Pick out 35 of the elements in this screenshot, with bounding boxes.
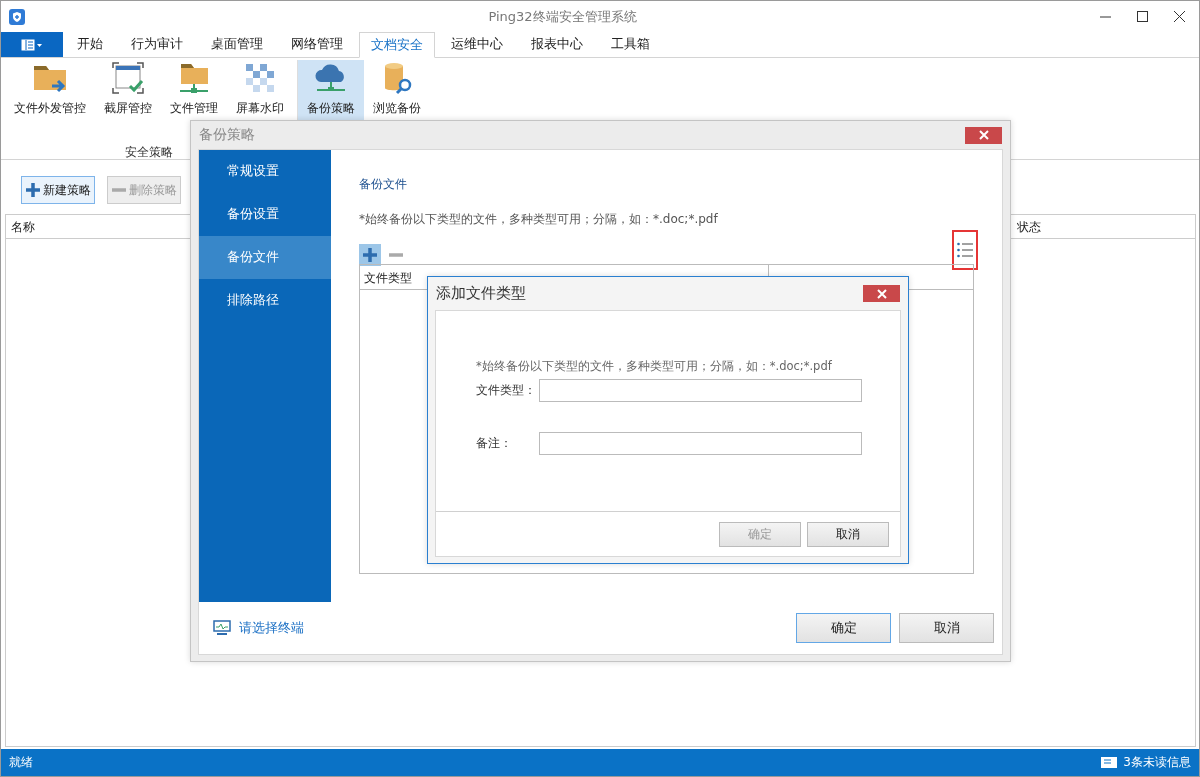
menu-tab[interactable]: 文档安全 <box>359 32 435 58</box>
menu-tab[interactable]: 运维中心 <box>439 32 515 57</box>
ribbon-button[interactable]: 文件外发管控 <box>5 60 95 120</box>
hint-text: *始终备份以下类型的文件，多种类型可用；分隔，如：*.doc;*.pdf <box>476 359 833 374</box>
ribbon-button[interactable]: 屏幕水印 <box>227 60 293 120</box>
ribbon-button[interactable]: 备份策略 <box>297 60 364 120</box>
status-text: 就绪 <box>9 754 34 771</box>
ribbon-button[interactable]: 浏览备份 <box>364 60 430 120</box>
section-title: 备份文件 <box>359 176 408 193</box>
menu-tab[interactable]: 报表中心 <box>519 32 595 57</box>
dialog-button[interactable]: 确定 <box>796 613 891 643</box>
dialog-title: 添加文件类型 <box>436 284 527 303</box>
menu-tab[interactable]: 工具箱 <box>599 32 662 57</box>
window-title: Ping32终端安全管理系统 <box>487 7 638 26</box>
menu-tab[interactable]: 桌面管理 <box>199 32 275 57</box>
toolbar-button[interactable]: 新建策略 <box>21 176 95 204</box>
ribbon-group-label: 安全策略 <box>125 144 173 161</box>
menu-tab[interactable]: 开始 <box>65 32 115 57</box>
dialog-title: 备份策略 <box>199 126 256 144</box>
nav-item[interactable]: 排除路径 <box>199 279 331 322</box>
column-header[interactable]: 状态 <box>1012 215 1195 238</box>
select-terminal-link[interactable]: 请选择终端 <box>239 619 788 637</box>
ribbon-button[interactable]: 截屏管控 <box>95 60 161 120</box>
nav-item[interactable]: 备份设置 <box>199 193 331 236</box>
dialog-button[interactable]: 取消 <box>899 613 994 643</box>
nav-item[interactable]: 备份文件 <box>199 236 331 279</box>
field-label: 备注： <box>476 436 513 451</box>
menu-tab[interactable]: 行为审计 <box>119 32 195 57</box>
nav-item[interactable]: 常规设置 <box>199 150 331 193</box>
hint-text: *始终备份以下类型的文件，多种类型可用；分隔，如：*.doc;*.pdf <box>359 211 719 228</box>
dialog-button[interactable]: 取消 <box>807 521 889 547</box>
ribbon-button[interactable]: 文件管理 <box>161 60 227 120</box>
unread-messages[interactable]: 3条未读信息 <box>1123 754 1191 771</box>
menu-tab[interactable]: 网络管理 <box>279 32 355 57</box>
field-label: 文件类型： <box>476 383 537 398</box>
